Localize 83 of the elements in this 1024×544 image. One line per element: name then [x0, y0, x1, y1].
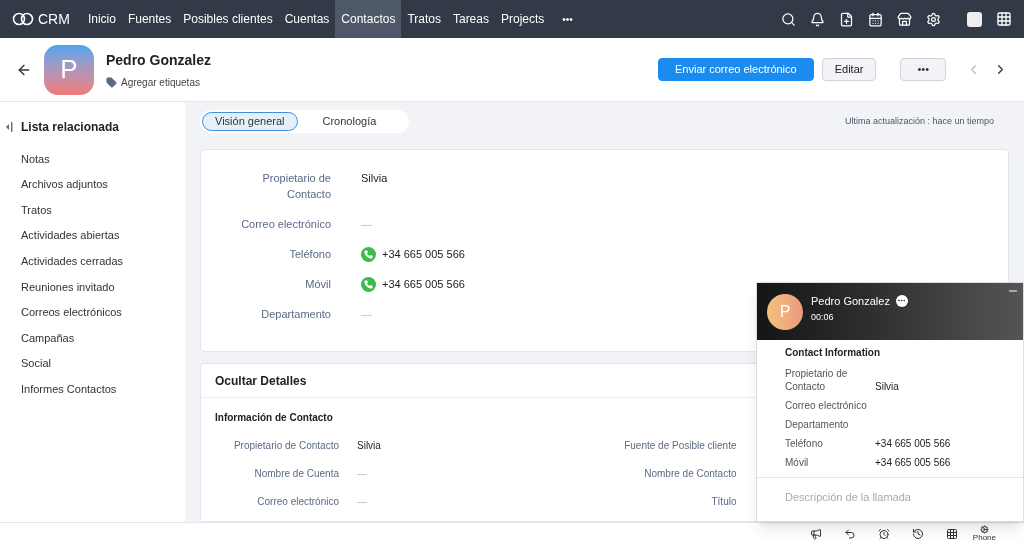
call-duration: 00:06 — [811, 311, 835, 324]
profile-avatar[interactable] — [967, 11, 982, 27]
dialpad-icon[interactable] — [945, 527, 958, 540]
field-value: — — [361, 217, 372, 232]
store-icon[interactable] — [897, 11, 912, 27]
collapse-icon[interactable] — [5, 122, 13, 132]
calendar-icon[interactable] — [868, 11, 883, 27]
sidebar-item[interactable]: Reuniones invitado — [0, 273, 185, 300]
field-label: Correo electrónico — [785, 399, 868, 412]
phone-icon[interactable] — [361, 276, 376, 292]
sidebar-item[interactable]: Informes Contactos — [0, 376, 185, 402]
sidebar-item[interactable]: Campañas — [0, 325, 185, 351]
sidebar-item[interactable]: Notas — [0, 146, 185, 172]
field-label: Propietario de Contacto — [232, 438, 339, 453]
details-title: Ocultar Detalles — [215, 372, 307, 390]
gear-icon — [979, 525, 989, 534]
sidebar-title: Lista relacionada — [21, 119, 120, 136]
sidebar-item[interactable]: Archivos adjuntos — [0, 171, 185, 198]
field-value: +34 665 005 566 — [382, 277, 465, 292]
field-label: Departamento — [261, 307, 331, 322]
nav-tab[interactable]: Contactos — [335, 0, 402, 38]
nav-tab[interactable]: Tareas — [446, 0, 495, 38]
last-updated-text: Ultima actualización : hace un tiempo — [844, 114, 995, 128]
field-label: Nombre de Cuenta — [253, 466, 339, 481]
field-value: — — [361, 307, 372, 322]
sidebar-item[interactable]: Tratos — [0, 197, 185, 223]
bell-icon[interactable] — [810, 11, 825, 27]
field-label: Propietario de Contacto — [785, 367, 849, 393]
field-value: +34 665 005 566 — [875, 456, 951, 469]
call-description-field[interactable]: Descripción de la llamada — [785, 489, 995, 506]
field-label: Móvil — [305, 277, 331, 292]
more-menu[interactable]: ••• — [550, 11, 585, 27]
options-icon[interactable] — [895, 294, 908, 307]
field-label: Teléfono — [785, 437, 824, 450]
nav-tab[interactable]: Tratos — [401, 0, 447, 38]
field-label: Fuente de Posible cliente — [623, 438, 737, 453]
nav-tab[interactable]: Posibles clientes — [177, 0, 279, 38]
panel-section-title: Contact Information — [785, 346, 881, 360]
field-value: +34 665 005 566 — [382, 247, 465, 262]
field-label: Título — [710, 494, 737, 509]
view-tab[interactable]: Cronología — [309, 112, 390, 131]
logo-icon — [12, 12, 34, 26]
add-tags-link[interactable]: Agregar etiquetas — [121, 74, 200, 90]
sidebar-item[interactable]: Social — [0, 350, 185, 377]
sidebar-item[interactable]: Correos electrónicos — [0, 299, 185, 326]
phone-icon[interactable] — [361, 246, 376, 262]
field-label: Móvil — [785, 456, 810, 469]
field-value: — — [357, 466, 367, 481]
nav-tab[interactable]: Inicio — [81, 0, 122, 38]
nav-tab[interactable]: Fuentes — [121, 0, 178, 38]
add-note-icon[interactable] — [839, 11, 854, 27]
field-label: Correo electrónico — [256, 494, 339, 509]
apps-grid-icon[interactable] — [996, 11, 1012, 27]
phone-button[interactable]: Phone — [972, 525, 996, 542]
history-icon[interactable] — [911, 527, 924, 540]
contact-name: Pedro Gonzalez — [106, 50, 212, 70]
field-value: Silvia — [875, 380, 899, 393]
sidebar-item[interactable]: Actividades abiertas — [0, 222, 185, 249]
field-label: Teléfono — [289, 247, 331, 262]
return-icon[interactable] — [843, 527, 856, 540]
field-label: Propietario de Contacto — [261, 171, 331, 202]
caller-name: Pedro Gonzalez — [811, 293, 890, 309]
edit-button[interactable]: Editar — [821, 58, 877, 81]
more-button[interactable]: ••• — [900, 58, 946, 81]
field-label: Nombre de Contacto — [643, 466, 737, 481]
field-value: +34 665 005 566 — [875, 437, 951, 450]
tag-icon — [106, 76, 117, 88]
nav-tab[interactable]: Cuentas — [278, 0, 336, 38]
settings-icon[interactable] — [926, 11, 941, 27]
nav-tab[interactable]: Projects — [495, 0, 551, 38]
alarm-icon[interactable] — [877, 527, 890, 540]
brand-name[interactable]: CRM — [38, 8, 70, 30]
field-label: Correo electrónico — [241, 217, 331, 232]
field-value: Silvia — [357, 438, 381, 453]
contact-avatar: P — [44, 44, 94, 95]
caller-avatar: P — [767, 293, 803, 330]
field-label: Departamento — [785, 418, 850, 431]
search-icon[interactable] — [781, 11, 796, 27]
megaphone-icon[interactable] — [809, 527, 822, 540]
sidebar-item[interactable]: Actividades cerradas — [0, 248, 185, 274]
field-value: Silvia — [361, 171, 388, 186]
field-value: — — [357, 494, 367, 509]
view-tab[interactable]: Visión general — [202, 112, 298, 131]
